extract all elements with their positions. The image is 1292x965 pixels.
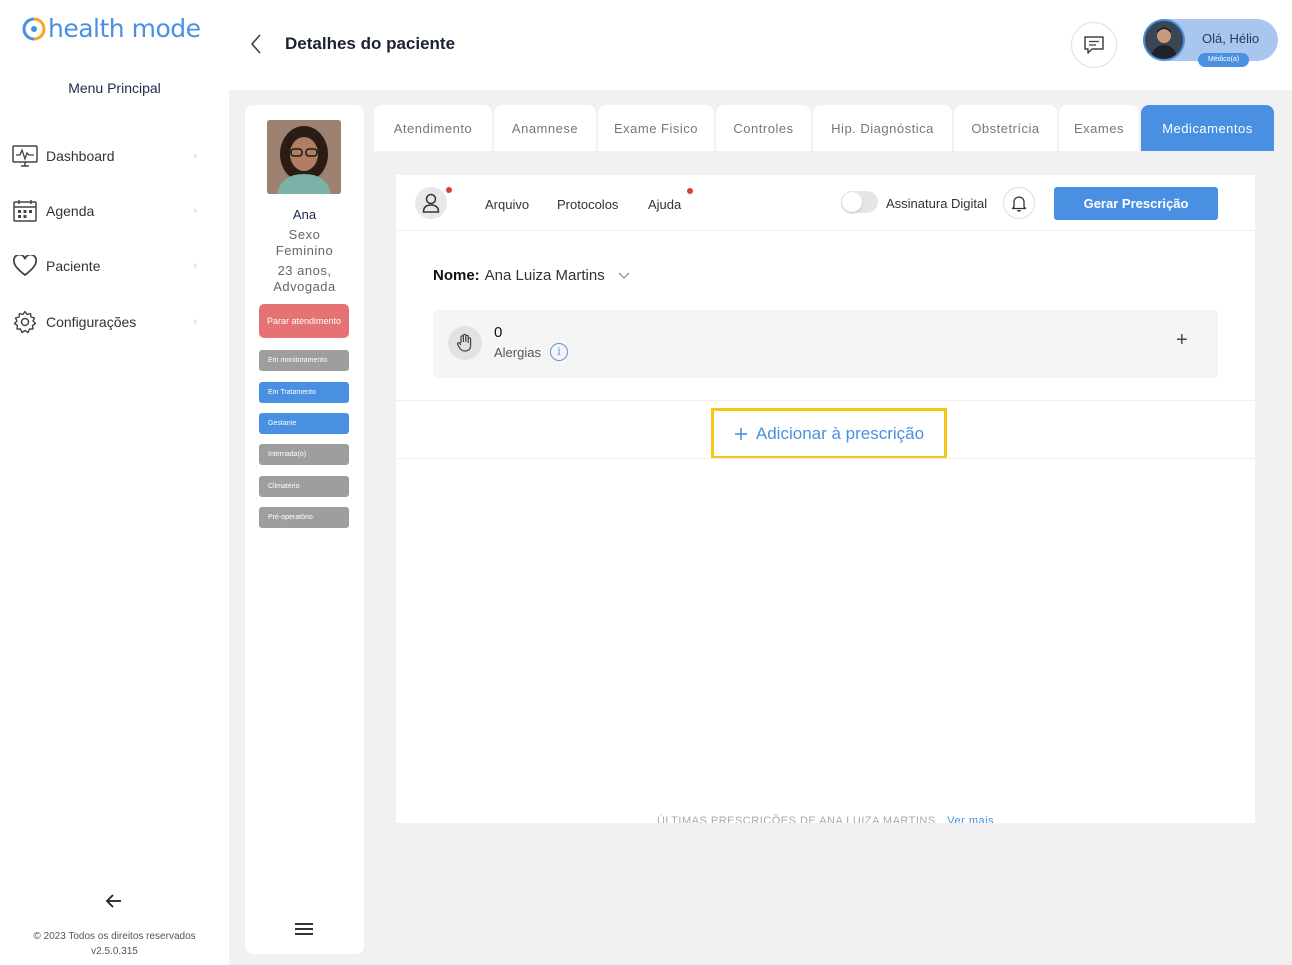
patient-profile-button[interactable] [415, 187, 447, 219]
tab-exame-fisico[interactable]: Exame Fisico [598, 105, 714, 151]
monitor-icon [12, 143, 38, 169]
notifications-button[interactable] [1003, 187, 1035, 219]
bell-icon [1011, 196, 1027, 212]
see-more-link[interactable]: Ver mais [947, 815, 994, 823]
menu-arquivo[interactable]: Arquivo [485, 197, 529, 212]
patient-card: Ana Sexo Feminino 23 anos, Advogada Para… [245, 105, 364, 954]
patient-sex-label: Sexo [288, 227, 321, 242]
add-to-prescription-label: Adicionar à prescrição [755, 423, 925, 443]
add-to-prescription-button[interactable]: Adicionar à prescrição [711, 408, 947, 459]
menu-title: Menu Principal [68, 80, 161, 96]
info-icon[interactable]: i [550, 343, 568, 361]
plus-icon [734, 427, 747, 440]
tag-climaterio[interactable]: Climatério [259, 476, 349, 497]
user-menu[interactable]: Olá, Hélio Médico(a) [1143, 19, 1278, 67]
tab-medicamentos[interactable]: Medicamentos [1141, 105, 1274, 151]
chevron-right-icon: › [193, 205, 197, 217]
version-text: v2.5.0.315 [91, 946, 138, 957]
top-header: Detalhes do paciente Olá, Hélio Médico(a… [229, 0, 1292, 90]
sidebar-item-label: Dashboard [46, 148, 115, 164]
brand-logo[interactable]: health mode [22, 14, 201, 43]
tab-anamnese[interactable]: Anamnese [494, 105, 596, 151]
menu-ajuda[interactable]: Ajuda [648, 197, 681, 212]
patient-name: Ana [292, 207, 317, 222]
tag-tratamento[interactable]: Em Tratamento [259, 382, 349, 403]
hand-icon [448, 326, 482, 360]
generate-prescription-button[interactable]: Gerar Prescrição [1054, 187, 1218, 220]
patient-age: 23 anos, [277, 263, 332, 278]
tag-monitoramento[interactable]: Em monitoramento [259, 350, 349, 371]
chat-button[interactable] [1071, 22, 1117, 68]
digital-signature-toggle[interactable] [841, 191, 878, 213]
left-sidebar: health mode Menu Principal Dashboard › A… [0, 0, 229, 965]
copyright-footer: © 2023 Todos os direitos reservados v2.5… [0, 929, 229, 959]
tab-atendimento[interactable]: Atendimento [374, 105, 492, 151]
name-value: Ana Luiza Martins [484, 267, 605, 284]
logo-text: health mode [48, 14, 201, 43]
allergies-card: 0 Alergias i + [433, 310, 1218, 378]
tag-internada[interactable]: Internada(o) [259, 444, 349, 465]
chevron-right-icon: › [193, 316, 197, 328]
digital-signature-label: Assinatura Digital [886, 196, 988, 211]
allergy-label: Alergias [494, 345, 541, 360]
tab-obstetricia[interactable]: Obstetrícia [954, 105, 1057, 151]
prescription-panel: Arquivo Protocolos Ajuda Assinatura Digi… [396, 175, 1255, 823]
name-label: Nome: [433, 267, 480, 284]
sidebar-item-configuracoes[interactable]: Configurações › [12, 307, 197, 337]
patient-tabs: Atendimento Anamnese Exame Fisico Contro… [374, 105, 1274, 151]
user-icon [422, 193, 440, 213]
tag-gestante[interactable]: Gestante [259, 413, 349, 434]
tab-hip-diagnostica[interactable]: Hip. Diagnóstica [813, 105, 952, 151]
user-role-badge: Médico(a) [1198, 53, 1250, 67]
back-button[interactable] [245, 32, 269, 56]
sidebar-item-label: Agenda [46, 203, 95, 219]
add-allergy-button[interactable]: + [1176, 329, 1188, 352]
hamburger-menu-icon[interactable] [295, 923, 313, 937]
arrow-left-icon [105, 894, 121, 908]
collapse-sidebar-button[interactable] [102, 889, 126, 913]
stop-attendance-button[interactable]: Parar atendimento [259, 304, 349, 338]
patient-photo [267, 120, 341, 194]
calendar-icon [12, 198, 38, 224]
chevron-left-icon [250, 34, 261, 54]
divider [396, 458, 1255, 459]
chevron-right-icon: › [193, 150, 197, 162]
logo-icon [22, 17, 46, 40]
sidebar-item-dashboard[interactable]: Dashboard › [12, 141, 197, 171]
notification-dot [446, 187, 452, 193]
user-greeting: Olá, Hélio [1202, 31, 1260, 46]
tab-controles[interactable]: Controles [716, 105, 811, 151]
copyright-text: © 2023 Todos os direitos reservados [33, 931, 196, 942]
avatar [1143, 19, 1185, 61]
app-root: health mode Menu Principal Dashboard › A… [0, 0, 1292, 965]
patient-sex: Feminino [275, 243, 334, 258]
recent-prescriptions-header: ÚLTIMAS PRESCRIÇÕES DE ANA LUIZA MARTINS… [396, 815, 1255, 823]
prescription-toolbar: Arquivo Protocolos Ajuda Assinatura Digi… [396, 175, 1255, 231]
heart-icon [12, 253, 38, 279]
recent-prescriptions-label: ÚLTIMAS PRESCRIÇÕES DE ANA LUIZA MARTINS [656, 815, 936, 823]
menu-protocolos[interactable]: Protocolos [557, 197, 618, 212]
tab-exames[interactable]: Exames [1059, 105, 1139, 151]
chat-icon [1084, 36, 1104, 54]
sidebar-item-label: Paciente [46, 258, 101, 274]
tag-pre-operatorio[interactable]: Pré-operatório [259, 507, 349, 528]
patient-occupation: Advogada [273, 279, 336, 294]
sidebar-item-label: Configurações [46, 314, 137, 330]
divider [396, 400, 1255, 401]
sidebar-item-paciente[interactable]: Paciente › [12, 251, 197, 281]
patient-name-row: Nome: Ana Luiza Martins [433, 267, 630, 284]
notification-dot [687, 188, 693, 194]
page-title: Detalhes do paciente [285, 34, 456, 53]
gear-icon [12, 309, 38, 335]
sidebar-item-agenda[interactable]: Agenda › [12, 196, 197, 226]
chevron-down-icon[interactable] [618, 272, 630, 280]
chevron-right-icon: › [193, 260, 197, 272]
allergy-count: 0 [494, 324, 503, 341]
